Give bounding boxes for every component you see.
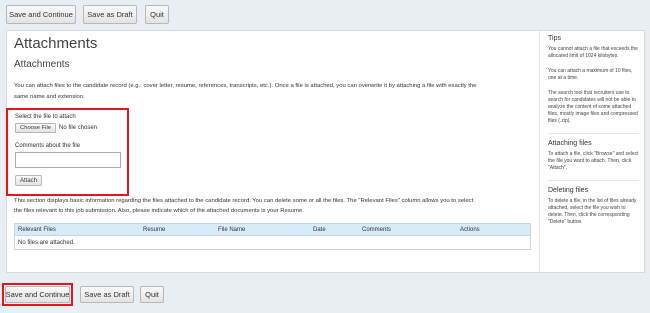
column-date: Date [313, 227, 326, 233]
deleting-files-text: To delete a file, in the list of files a… [548, 198, 637, 225]
attaching-files-text: To attach a file, click "Browse" and sel… [548, 151, 639, 171]
tips-sidebar: Tips You cannot attach a file that excee… [539, 31, 645, 272]
intro-text-line1: You can attach files to the candidate re… [14, 83, 477, 89]
comments-input[interactable] [15, 152, 121, 168]
attaching-files-heading: Attaching files [548, 140, 592, 147]
deleting-files-heading: Deleting files [548, 187, 589, 194]
section-subtitle: Attachments [14, 59, 70, 70]
save-draft-button-top[interactable]: Save as Draft [83, 5, 137, 24]
files-info-line2: the files relevant to this job submissio… [14, 208, 304, 214]
comments-label: Comments about the file [15, 143, 81, 149]
quit-button-top[interactable]: Quit [145, 5, 169, 24]
column-file-name: File Name [218, 227, 246, 233]
tip-search-tool: The search tool that recruiters use to s… [548, 90, 638, 124]
tips-heading: Tips [548, 35, 561, 42]
save-continue-button-top[interactable]: Save and Continue [6, 5, 76, 24]
choose-file-button[interactable]: Choose File [15, 123, 56, 133]
column-resume: Resume [143, 227, 166, 233]
tip-size-limit: You cannot attach a file that exceeds th… [548, 46, 638, 59]
column-relevant-files: Relevant Files [18, 227, 57, 233]
save-continue-button-bottom[interactable]: Save and Continue [5, 286, 70, 303]
files-info-line1: This section displays basic information … [14, 198, 474, 204]
attach-button[interactable]: Attach [15, 175, 42, 186]
files-table-empty-row: No files are attached. [14, 236, 531, 250]
quit-button-bottom[interactable]: Quit [140, 286, 164, 303]
page-title: Attachments [14, 35, 98, 52]
column-comments: Comments [362, 227, 392, 233]
save-draft-button-bottom[interactable]: Save as Draft [80, 286, 134, 303]
empty-table-message: No files are attached. [18, 240, 75, 246]
files-table-header: Relevant Files Resume File Name Date Com… [14, 223, 531, 236]
intro-text-line2: same name and extension. [14, 94, 85, 100]
column-actions: Actions [460, 227, 480, 233]
sidebar-divider [548, 180, 639, 181]
select-file-label: Select the file to attach [15, 114, 76, 120]
no-file-chosen-text: No file chosen [59, 125, 98, 131]
sidebar-divider [548, 133, 639, 134]
tip-max-files: You can attach a maximum of 10 files, on… [548, 68, 633, 81]
